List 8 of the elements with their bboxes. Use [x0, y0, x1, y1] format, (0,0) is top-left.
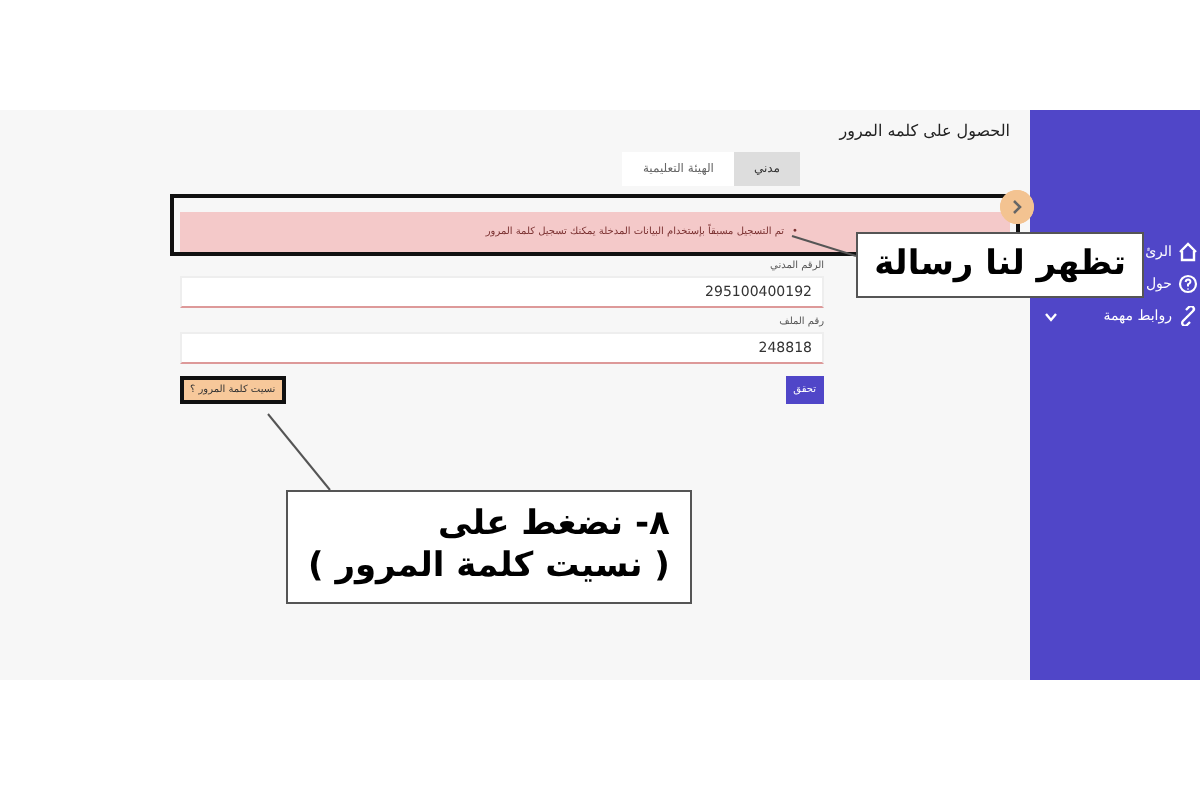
home-icon	[1178, 242, 1198, 262]
leader-line	[267, 413, 331, 491]
callout-text: ٨- نضغط على ( نسيت كلمة المرور )	[286, 490, 692, 603]
help-icon	[1178, 274, 1198, 294]
callout-text: تظهر لنا رسالة	[856, 232, 1144, 299]
link-icon	[1178, 306, 1198, 326]
page-title: الحصول على كلمه المرور	[839, 122, 1010, 140]
leader-line	[791, 235, 857, 257]
